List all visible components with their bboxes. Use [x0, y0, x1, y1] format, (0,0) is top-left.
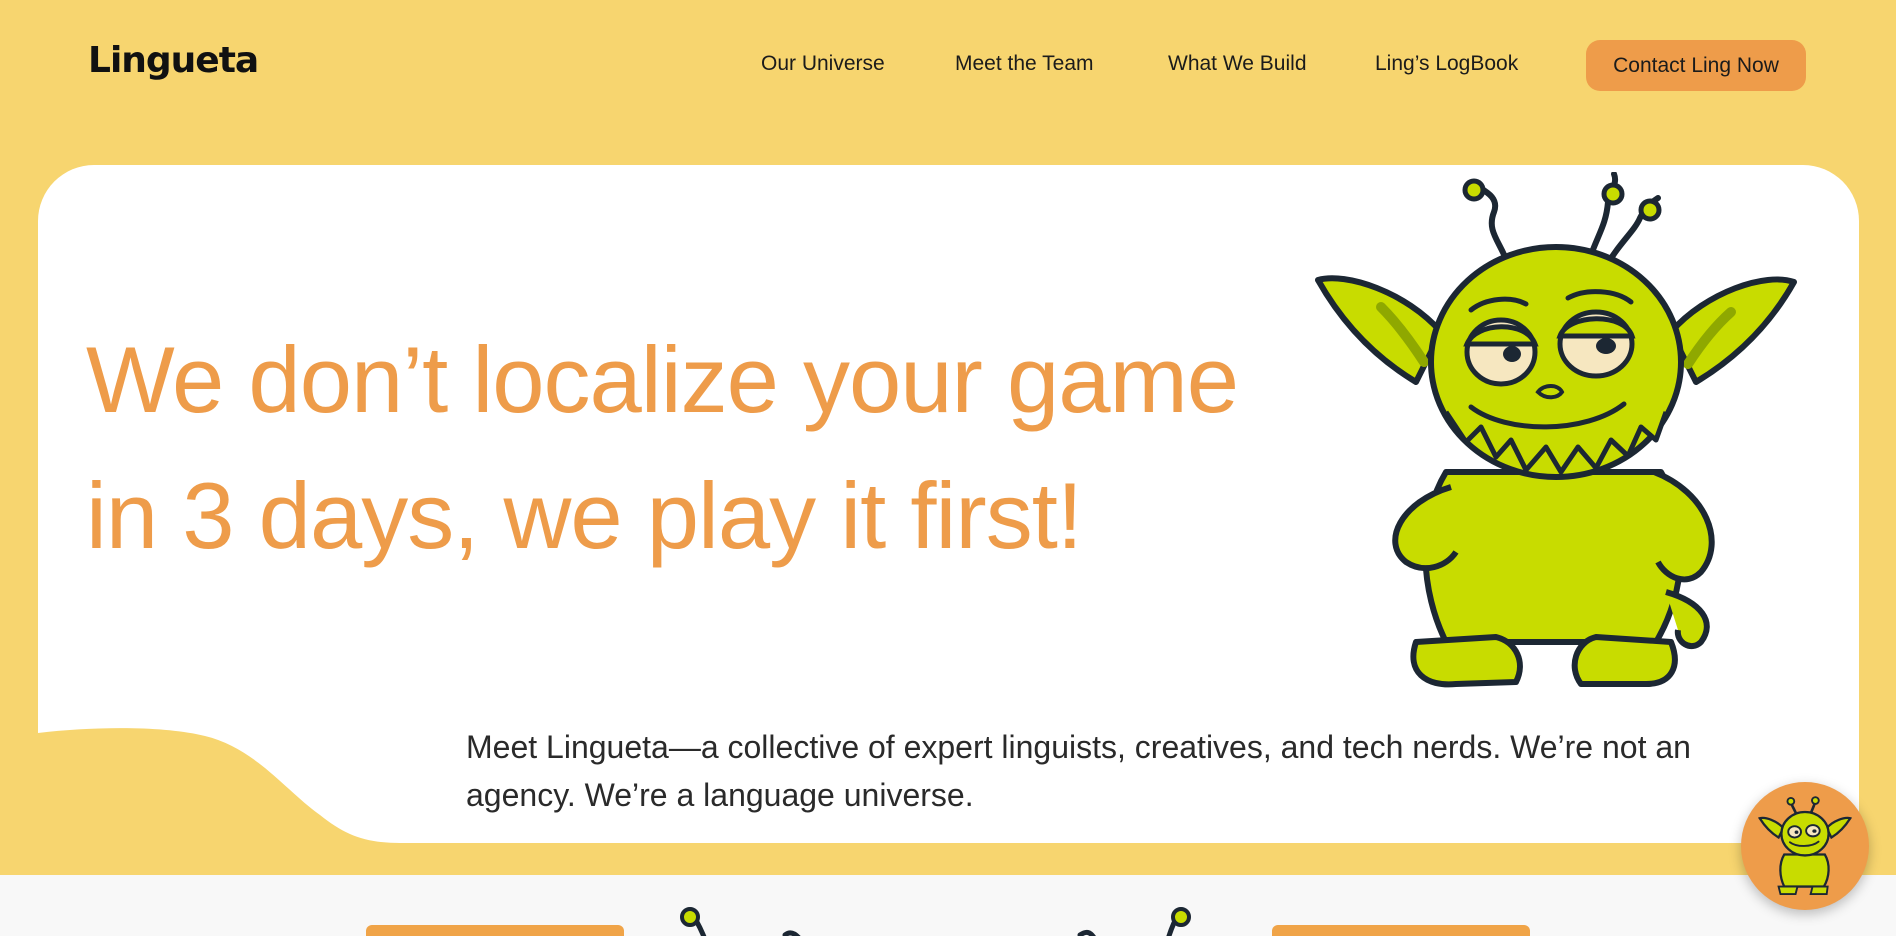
chat-launcher-button[interactable]: [1741, 782, 1869, 910]
next-section-left-button[interactable]: [366, 925, 624, 936]
nav-meet-the-team[interactable]: Meet the Team: [955, 52, 1094, 76]
contact-ling-button[interactable]: Contact Ling Now: [1586, 40, 1806, 91]
hero-headline: We don’t localize your game in 3 days, w…: [86, 312, 1286, 584]
nav-our-universe[interactable]: Our Universe: [761, 52, 885, 76]
next-section: [0, 875, 1896, 936]
page: Lingueta Our Universe Meet the Team What…: [0, 0, 1896, 936]
hero-intro-line-1: Meet Lingueta—a collective of expert lin…: [466, 729, 1691, 765]
chat-mascot-icon: [1757, 796, 1853, 896]
nav-what-we-build[interactable]: What We Build: [1168, 52, 1307, 76]
hero-headline-line-1: We don’t localize your game: [86, 327, 1239, 432]
hero-headline-line-2: in 3 days, we play it first!: [86, 463, 1083, 568]
next-section-antennae-decoration: [680, 907, 1191, 936]
next-section-right-button[interactable]: [1272, 925, 1530, 936]
hero-intro-line-2: agency. We’re a language universe.: [466, 777, 974, 813]
brand-logo[interactable]: Lingueta: [88, 40, 259, 81]
hero-intro: Meet Lingueta—a collective of expert lin…: [466, 723, 1786, 819]
green-alien-mascot-icon: [1315, 172, 1797, 688]
nav-lings-logbook[interactable]: Ling’s LogBook: [1375, 52, 1518, 76]
